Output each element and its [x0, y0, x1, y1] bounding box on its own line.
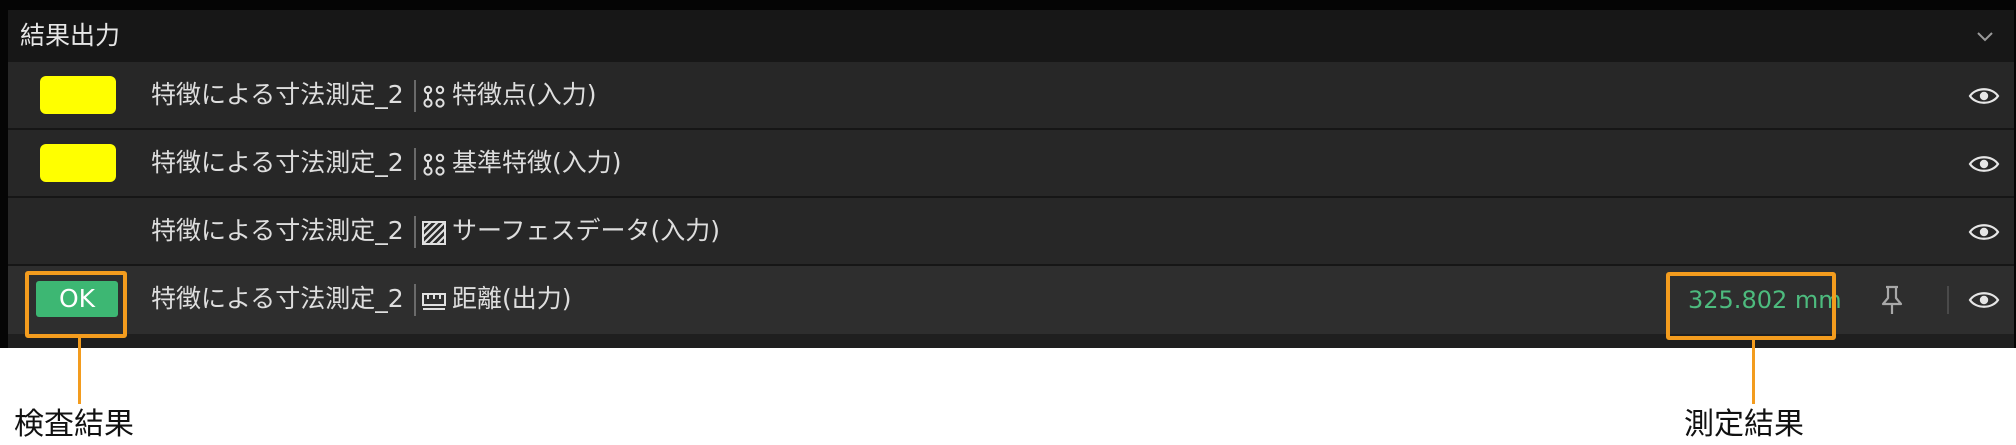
result-row[interactable]: 特徴による寸法測定_2 特徴点(入力) — [8, 62, 2014, 130]
panel-header[interactable]: 結果出力 — [8, 10, 2014, 62]
row-source-label: 特徴による寸法測定_2 — [151, 80, 404, 109]
measurement-callout-line — [1752, 340, 1755, 404]
divider — [414, 216, 416, 248]
divider — [1947, 286, 1949, 314]
stage: 結果出力 特徴による寸法測定_2 特徴点(入力) 特徴による寸法測定_2 基準特… — [0, 0, 2016, 445]
row-data-label: サーフェスデータ(入力) — [452, 216, 721, 245]
pin-icon[interactable] — [1878, 284, 1906, 316]
inspection-callout-line — [78, 338, 81, 404]
divider — [414, 80, 416, 112]
row-source-label: 特徴による寸法測定_2 — [151, 148, 404, 177]
distance-ruler-icon — [422, 293, 446, 310]
row-data-label: 距離(出力) — [452, 284, 572, 313]
feature-points-icon — [423, 85, 445, 108]
row-source-label: 特徴による寸法測定_2 — [151, 284, 404, 313]
surface-data-icon — [422, 221, 446, 245]
eye-icon[interactable] — [1968, 288, 2000, 312]
divider — [414, 148, 416, 180]
measurement-result-label: 測定結果 — [1684, 407, 1804, 442]
divider — [414, 284, 416, 316]
color-swatch[interactable] — [40, 144, 116, 182]
inspection-callout-box — [25, 271, 127, 338]
row-data-label: 基準特徴(入力) — [452, 148, 622, 177]
eye-icon[interactable] — [1968, 152, 2000, 176]
panel-title: 結果出力 — [20, 21, 121, 50]
row-data-label: 特徴点(入力) — [452, 80, 597, 109]
measurement-callout-box — [1666, 272, 1836, 340]
eye-icon[interactable] — [1968, 220, 2000, 244]
feature-points-icon — [423, 153, 445, 176]
result-row[interactable]: 特徴による寸法測定_2 基準特徴(入力) — [8, 130, 2014, 198]
row-source-label: 特徴による寸法測定_2 — [151, 216, 404, 245]
chevron-down-icon[interactable] — [1974, 25, 1996, 47]
inspection-result-label: 検査結果 — [14, 407, 134, 442]
color-swatch[interactable] — [40, 76, 116, 114]
eye-icon[interactable] — [1968, 84, 2000, 108]
result-row[interactable]: 特徴による寸法測定_2 サーフェスデータ(入力) — [8, 198, 2014, 266]
